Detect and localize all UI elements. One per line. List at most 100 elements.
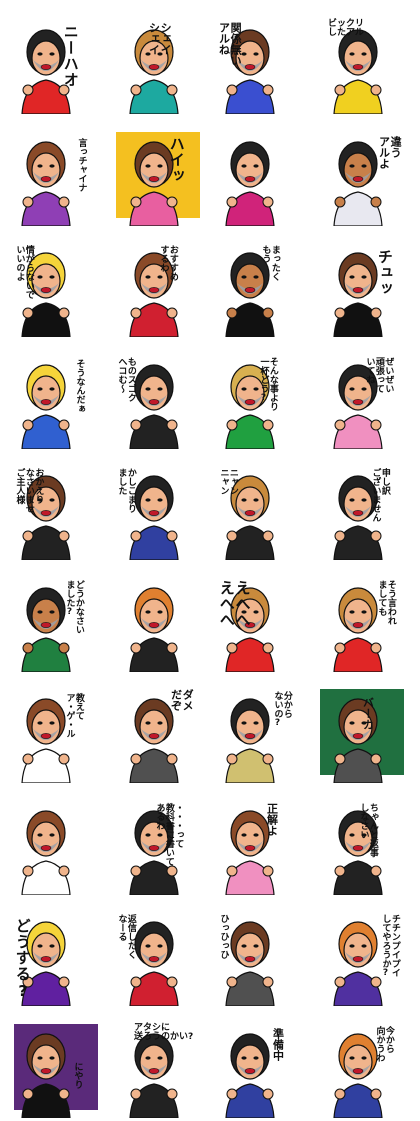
character-illustration <box>21 141 71 226</box>
sticker-40[interactable]: 今から 向かうわ <box>318 1022 406 1118</box>
sticker-12[interactable]: チュッ <box>318 241 406 337</box>
sticker-5[interactable]: 言っチャイナ <box>12 130 100 226</box>
sticker-caption: ひっひっひ <box>218 914 229 959</box>
hand-right <box>166 865 178 877</box>
sticker-caption: そう言われ ましても <box>376 580 396 625</box>
hand-left <box>226 753 238 765</box>
sticker-16[interactable]: ぜいぜい 頑張って いてね <box>318 353 406 449</box>
sticker-caption: 違う アルよ <box>377 136 403 169</box>
sticker-18[interactable]: かしこまり ました <box>114 464 202 560</box>
eye-left <box>37 1056 43 1060</box>
eye-right <box>253 1056 259 1060</box>
sticker-29[interactable] <box>12 799 100 895</box>
lips <box>148 64 160 70</box>
sticker-caption: ・・・って 教科書に書いて あるわ <box>154 803 184 866</box>
eye-right <box>49 387 55 391</box>
sticker-caption: 今から 向かうわ <box>374 1026 394 1062</box>
sticker-19[interactable]: ニャン ニャン <box>216 464 304 560</box>
eye-right <box>253 164 259 168</box>
hand-right <box>166 530 178 542</box>
hand-left <box>22 530 34 542</box>
sticker-15[interactable]: そんな事より 一杯どう? <box>216 353 304 449</box>
sticker-20[interactable]: 申し訳 ございません <box>318 464 406 560</box>
eye-right <box>361 52 367 56</box>
eye-right <box>49 610 55 614</box>
character-illustration <box>333 475 383 560</box>
sticker-17[interactable]: おかえり なさいませ ご主人様 <box>12 464 100 560</box>
sticker-38[interactable]: アタシに 送ろうのかい? <box>114 1022 202 1118</box>
hand-left <box>130 419 142 431</box>
hand-left <box>334 865 346 877</box>
eye-right <box>49 164 55 168</box>
eye-right <box>253 275 259 279</box>
sticker-4[interactable]: ビックリ したアル <box>318 18 406 114</box>
sticker-caption: ぜいぜい 頑張って いてね <box>364 357 394 393</box>
eye-left <box>349 944 355 948</box>
sticker-2[interactable]: シェイ シェイ <box>114 18 202 114</box>
sticker-21[interactable]: どうかなさい ました? <box>12 576 100 672</box>
sticker-caption: バーカ <box>361 697 375 730</box>
eye-right <box>49 944 55 948</box>
sticker-32[interactable]: ちゃんと返事 しなさい <box>318 799 406 895</box>
sticker-caption: 返信したく なーる <box>116 914 136 959</box>
eye-left <box>241 833 247 837</box>
sticker-35[interactable]: ひっひっひ <box>216 910 304 1006</box>
sticker-23[interactable]: えへへ えへへ <box>216 576 304 672</box>
sticker-28[interactable]: バーカ <box>318 687 406 783</box>
character-illustration <box>21 1033 71 1118</box>
eye-right <box>253 944 259 948</box>
lips <box>40 956 52 962</box>
sticker-34[interactable]: 返信したく なーる <box>114 910 202 1006</box>
lips <box>244 287 256 293</box>
sticker-11[interactable]: まったく もう <box>216 241 304 337</box>
sticker-1[interactable]: ニーハオ <box>12 18 100 114</box>
sticker-30[interactable]: ・・・って 教科書に書いて あるわ <box>114 799 202 895</box>
hand-left <box>334 976 346 988</box>
eye-left <box>349 610 355 614</box>
sticker-7[interactable] <box>216 130 304 226</box>
eye-left <box>145 610 151 614</box>
hand-left <box>22 865 34 877</box>
lips <box>244 845 256 851</box>
sticker-caption: 申し訳 ございません <box>370 468 390 522</box>
sticker-9[interactable]: 情がらないで いいのよ <box>12 241 100 337</box>
eye-right <box>49 498 55 502</box>
sticker-33[interactable]: どうする? <box>12 910 100 1006</box>
hand-right <box>370 530 382 542</box>
hand-left <box>130 865 142 877</box>
sticker-caption: 正解よ <box>265 803 279 836</box>
character-illustration <box>21 364 71 449</box>
sticker-26[interactable]: ダメ だぞ <box>114 687 202 783</box>
lips <box>244 64 256 70</box>
eye-left <box>241 52 247 56</box>
sticker-3[interactable]: 関係無い アルね <box>216 18 304 114</box>
sticker-22[interactable] <box>114 576 202 672</box>
hand-right <box>370 865 382 877</box>
lips <box>148 1068 160 1074</box>
character-illustration <box>225 1033 275 1118</box>
eye-left <box>241 944 247 948</box>
eye-left <box>349 721 355 725</box>
sticker-37[interactable]: にやり <box>12 1022 100 1118</box>
sticker-8[interactable]: 違う アルよ <box>318 130 406 226</box>
hand-left <box>334 84 346 96</box>
eye-right <box>361 164 367 168</box>
sticker-39[interactable]: 準備中 <box>216 1022 304 1118</box>
eye-right <box>361 944 367 948</box>
hand-right <box>58 419 70 431</box>
sticker-31[interactable]: 正解よ <box>216 799 304 895</box>
sticker-14[interactable]: ものスゴク へコむ〜 <box>114 353 202 449</box>
sticker-25[interactable]: 教えて ア・ゲ・ル <box>12 687 100 783</box>
character-illustration <box>129 141 179 226</box>
sticker-6[interactable]: ハイッ <box>114 130 202 226</box>
sticker-caption: えへへ えへへ <box>217 580 252 628</box>
sticker-10[interactable]: おすすめ するわ <box>114 241 202 337</box>
lips <box>40 176 52 182</box>
sticker-36[interactable]: チチンプイプイ してやろうか? <box>318 910 406 1006</box>
sticker-27[interactable]: 分から ないの? <box>216 687 304 783</box>
eye-right <box>253 833 259 837</box>
sticker-24[interactable]: そう言われ ましても <box>318 576 406 672</box>
eye-right <box>157 387 163 391</box>
sticker-13[interactable]: そうなんだぁ <box>12 353 100 449</box>
sticker-caption: 言っチャイナ <box>76 138 87 192</box>
